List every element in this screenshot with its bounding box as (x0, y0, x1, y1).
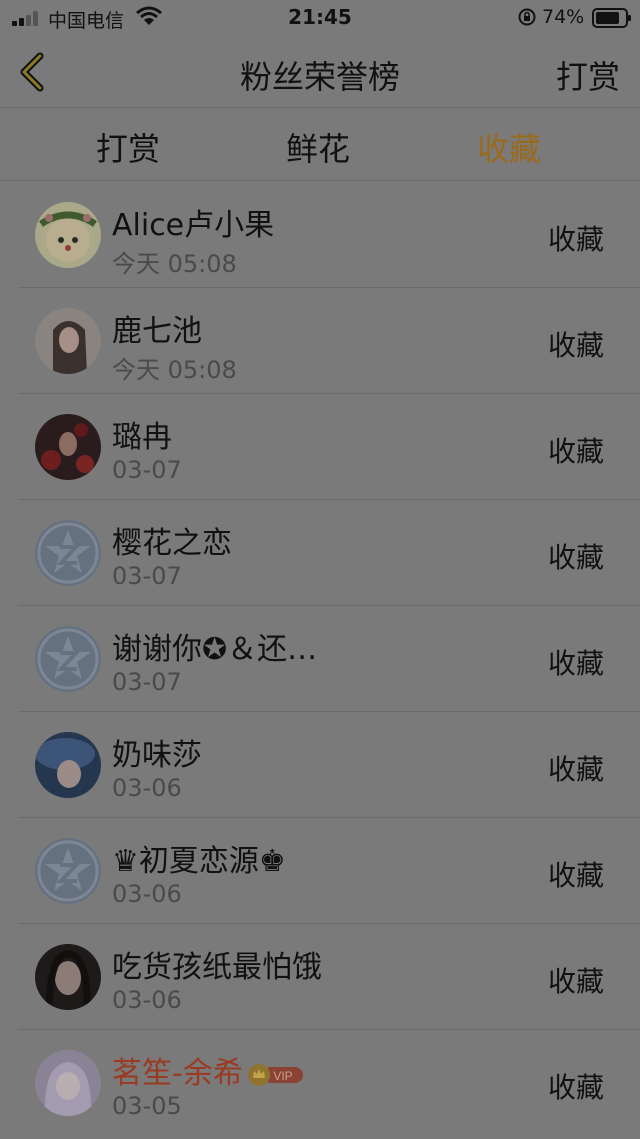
list-item[interactable]: 璐冉 03-07 收藏 (0, 394, 640, 500)
action-type: 收藏 (547, 753, 604, 786)
action-type: 收藏 (547, 1071, 604, 1104)
nav-bar: 粉丝荣誉榜 打赏 (0, 38, 640, 108)
fan-name: 吃货孩纸最怕饿 (112, 950, 322, 985)
fan-name: 茗笙-余希 (112, 1056, 243, 1091)
fan-date: 03-07 (112, 562, 182, 590)
list-item[interactable]: 茗笙-余希 VIP 03-05 收藏 (0, 1030, 640, 1136)
reward-button[interactable]: 打赏 (556, 52, 620, 98)
list-item[interactable]: 鹿七池 今天 05:08 收藏 (0, 288, 640, 394)
action-type: 收藏 (547, 647, 604, 680)
red-flowers-avatar[interactable] (35, 414, 101, 480)
fan-date: 今天 05:08 (112, 250, 237, 278)
tab-flowers[interactable]: 鲜花 (258, 124, 378, 170)
status-bar: 中国电信 21:45 74% (0, 0, 640, 38)
fan-date: 03-06 (112, 774, 182, 802)
action-type: 收藏 (547, 223, 604, 256)
fan-name-vip: 茗笙-余希 VIP (112, 1048, 305, 1092)
anime-girl-avatar[interactable] (35, 1050, 101, 1116)
blue-hat-avatar[interactable] (35, 732, 101, 798)
default-star-avatar[interactable] (35, 626, 101, 692)
default-star-avatar[interactable] (35, 838, 101, 904)
tab-favorites[interactable]: 收藏 (449, 124, 569, 170)
fan-date: 03-07 (112, 456, 182, 484)
action-type: 收藏 (547, 541, 604, 574)
fan-list: Alice卢小果 今天 05:08 收藏 鹿七池 今天 05:08 收藏 璐冉 … (0, 182, 640, 1136)
list-item[interactable]: 樱花之恋 03-07 收藏 (0, 500, 640, 606)
fan-date: 03-07 (112, 668, 182, 696)
fan-date: 03-05 (112, 1092, 182, 1120)
fan-name: 璐冉 (112, 420, 172, 455)
rotation-lock-icon (518, 8, 536, 26)
tab-bar: 打赏 鲜花 收藏 (0, 108, 640, 181)
action-type: 收藏 (547, 965, 604, 998)
page-title: 粉丝荣誉榜 (239, 58, 400, 96)
fan-date: 03-06 (112, 986, 182, 1014)
list-item[interactable]: ♛初夏恋源♚ 03-06 收藏 (0, 818, 640, 924)
list-item[interactable]: 奶味莎 03-06 收藏 (0, 712, 640, 818)
fan-name: ♛初夏恋源♚ (112, 844, 286, 879)
action-type: 收藏 (547, 329, 604, 362)
dark-hair-avatar[interactable] (35, 944, 101, 1010)
action-type: 收藏 (547, 435, 604, 468)
fan-name: 谢谢你✪＆还… (112, 632, 318, 667)
fan-name: 樱花之恋 (112, 526, 232, 561)
battery-icon (592, 8, 631, 28)
fan-name: 鹿七池 (112, 314, 202, 349)
list-item[interactable]: 谢谢你✪＆还… 03-07 收藏 (0, 606, 640, 712)
vip-label: VIP (273, 1069, 292, 1083)
tab-reward[interactable]: 打赏 (68, 124, 188, 170)
fan-date: 今天 05:08 (112, 356, 237, 384)
list-item[interactable]: Alice卢小果 今天 05:08 收藏 (0, 182, 640, 288)
battery-percent: 74% (542, 6, 585, 28)
fan-name: Alice卢小果 (112, 208, 275, 243)
fan-name: 奶味莎 (112, 738, 202, 773)
action-type: 收藏 (547, 859, 604, 892)
vip-badge-icon: VIP (247, 1063, 303, 1086)
default-star-avatar[interactable] (35, 520, 101, 586)
girl-photo-avatar[interactable] (35, 308, 101, 374)
fan-date: 03-06 (112, 880, 182, 908)
list-item[interactable]: 吃货孩纸最怕饿 03-06 收藏 (0, 924, 640, 1030)
flower-crown-avatar[interactable] (35, 202, 101, 268)
